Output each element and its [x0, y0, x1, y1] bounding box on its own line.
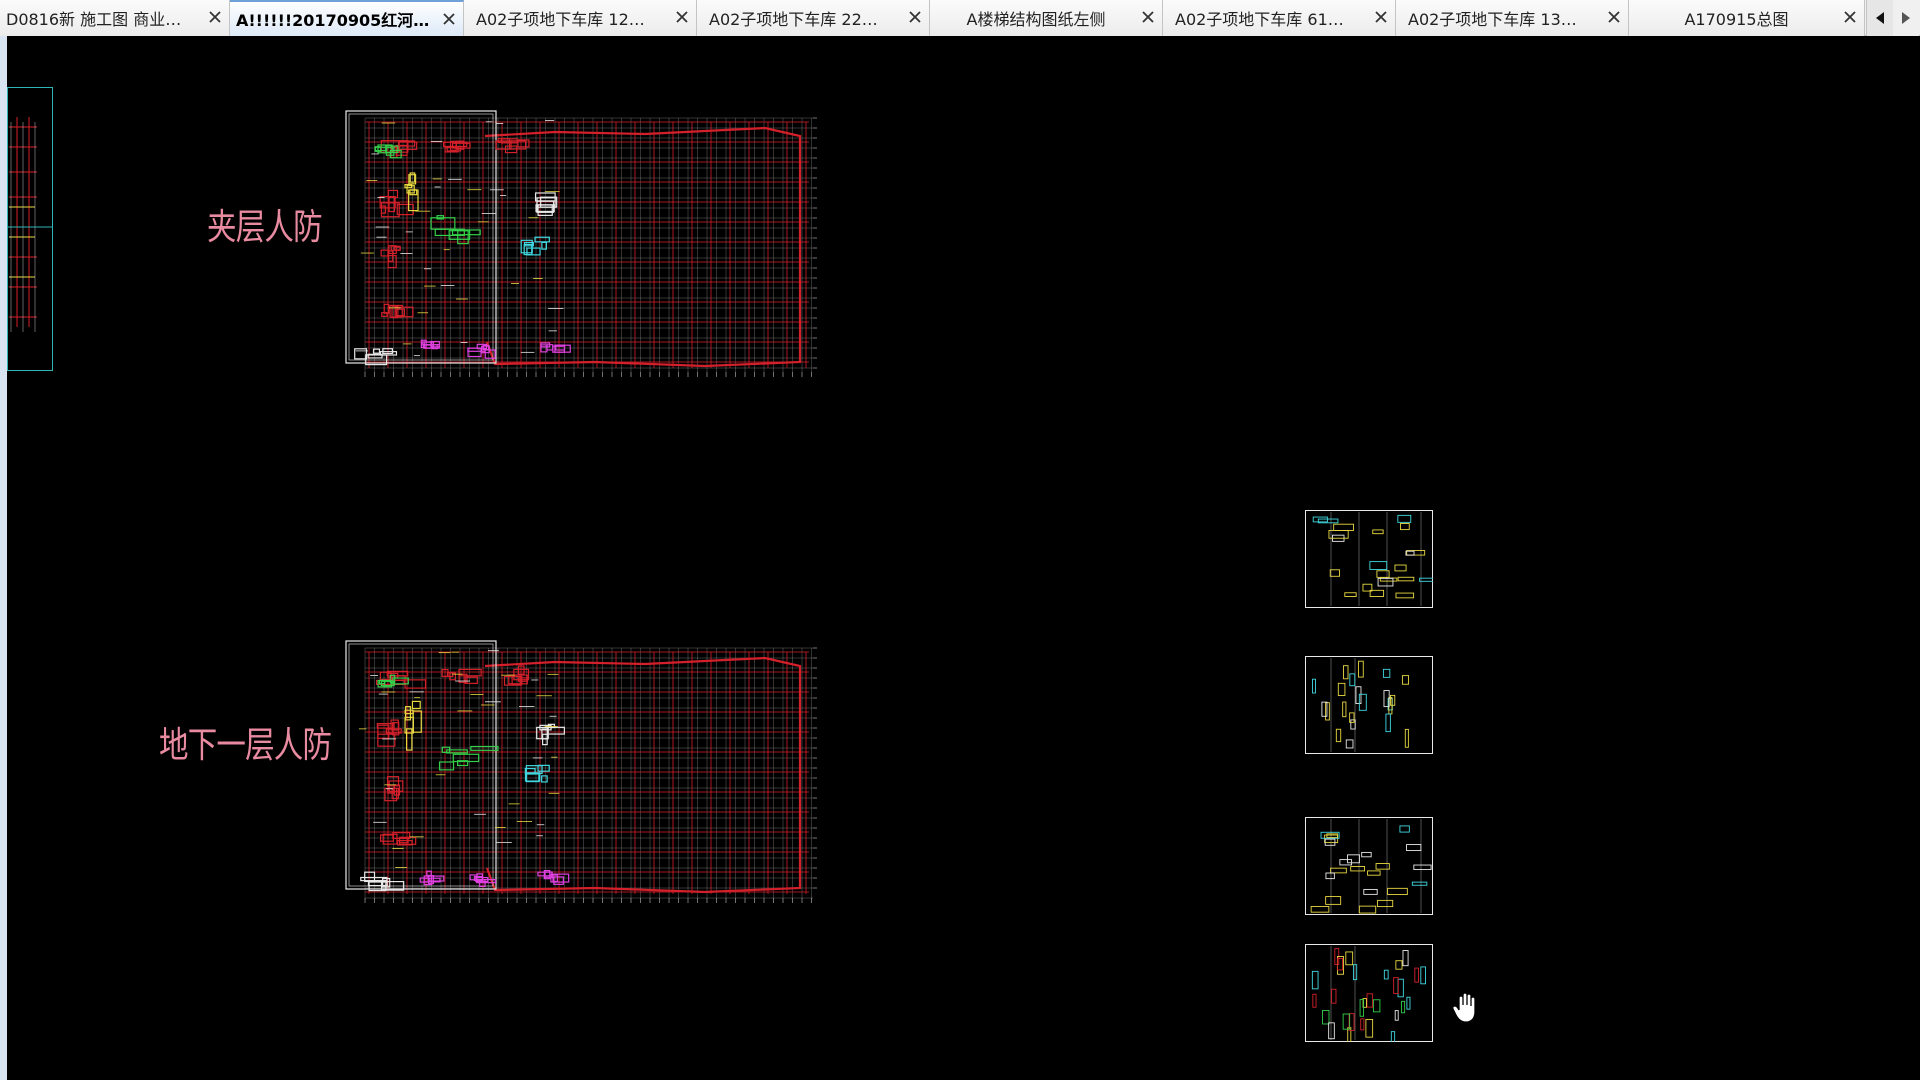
- close-icon[interactable]: [441, 11, 457, 27]
- building-block: [420, 339, 440, 350]
- floor-plan-basement1: [345, 640, 817, 903]
- building-block: [520, 236, 550, 256]
- building-block: [495, 138, 530, 154]
- detail-sheet: [1305, 944, 1433, 1042]
- building-block: [536, 723, 565, 746]
- plan-grid: [364, 117, 813, 372]
- close-icon[interactable]: [674, 9, 690, 25]
- document-tab-bar: D0816新 施工图 商业… A!!!!!!20170905红河… A02子项地…: [0, 0, 1920, 36]
- floor-plan-mezzanine: [345, 110, 817, 377]
- tab-scroll-left-button[interactable]: [1866, 0, 1893, 36]
- building-block: [430, 215, 481, 245]
- close-icon[interactable]: [1842, 9, 1858, 25]
- label-basement1-civil-defense: 地下一层人防: [159, 725, 332, 766]
- detail-sheet: [1305, 817, 1433, 915]
- tab-scroll-right-button[interactable]: [1893, 0, 1919, 36]
- tab-stair-structure[interactable]: A楼梯结构图纸左侧: [930, 0, 1163, 36]
- close-icon[interactable]: [1373, 9, 1389, 25]
- building-block: [537, 869, 570, 885]
- tab-label: D0816新 施工图 商业…: [6, 10, 182, 29]
- tab-label: A!!!!!!20170905红河…: [236, 11, 430, 30]
- partial-drawing-left: [7, 87, 53, 371]
- tab-a02-22[interactable]: A02子项地下车库 22…: [697, 0, 930, 36]
- tab-label: A02子项地下车库 61…: [1175, 10, 1344, 29]
- boundary-wall: [484, 656, 802, 894]
- close-icon[interactable]: [1606, 9, 1622, 25]
- tab-label: A02子项地下车库 13…: [1408, 10, 1577, 29]
- sheet-frame: [345, 110, 497, 364]
- building-block: [381, 303, 414, 319]
- tab-a02-13[interactable]: A02子项地下车库 13…: [1396, 0, 1629, 36]
- building-block: [503, 665, 530, 686]
- tab-a02-61[interactable]: A02子项地下车库 61…: [1163, 0, 1396, 36]
- detail-sheet: [1305, 510, 1433, 608]
- close-icon[interactable]: [1140, 9, 1156, 25]
- left-frame-edge: [0, 36, 7, 1080]
- building-block: [376, 719, 402, 747]
- tab-label: A02子项地下车库 22…: [709, 10, 878, 29]
- tab-label: A02子项地下车库 12…: [476, 10, 645, 29]
- detail-sheet: [1305, 656, 1433, 754]
- tab-a02-12[interactable]: A02子项地下车库 12…: [464, 0, 697, 36]
- building-block: [419, 870, 445, 886]
- plan-grid: [364, 647, 813, 899]
- building-block: [534, 192, 558, 216]
- close-icon[interactable]: [207, 9, 223, 25]
- cad-application: D0816新 施工图 商业… A!!!!!!20170905红河… A02子项地…: [0, 0, 1920, 1080]
- sheet-border: [1305, 944, 1433, 1042]
- close-icon[interactable]: [907, 9, 923, 25]
- label-mezzanine-civil-defense: 夹层人防: [207, 207, 323, 248]
- tab-a20170905[interactable]: A!!!!!!20170905红河…: [230, 0, 464, 36]
- building-block: [379, 832, 417, 846]
- building-block: [443, 140, 471, 153]
- hand-cursor-icon: [1452, 992, 1476, 1023]
- tab-label: A楼梯结构图纸左侧: [966, 10, 1106, 29]
- triangle-left-icon: [1876, 12, 1884, 24]
- tab-a170915[interactable]: A170915总图: [1629, 0, 1865, 36]
- sheet-border: [1305, 656, 1433, 754]
- tab-label: A170915总图: [1684, 10, 1789, 29]
- building-block: [404, 700, 422, 751]
- tab-d0816[interactable]: D0816新 施工图 商业…: [0, 0, 230, 36]
- drawing-canvas[interactable]: 夹层人防 地下一层人防: [7, 36, 1920, 1080]
- triangle-right-icon: [1902, 12, 1910, 24]
- building-block: [377, 674, 409, 688]
